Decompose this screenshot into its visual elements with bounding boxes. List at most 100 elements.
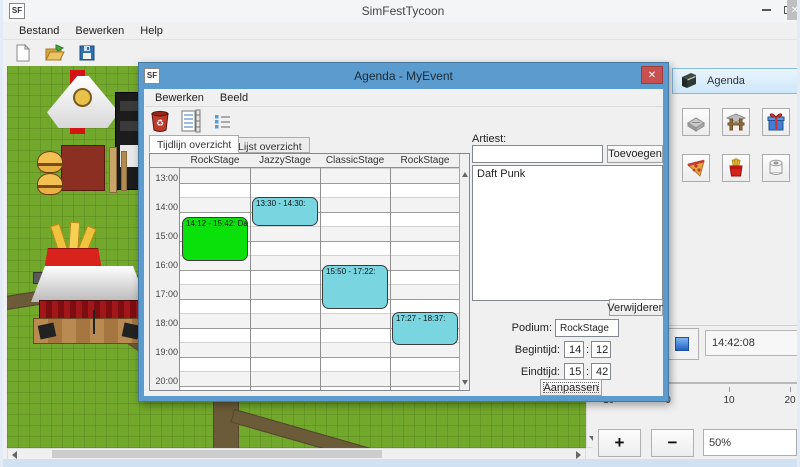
- time-label: 20:00: [151, 376, 178, 386]
- begin-time-label: Begintijd:: [502, 344, 560, 356]
- save-button[interactable]: [75, 41, 99, 65]
- schedule-column-line: [320, 154, 321, 390]
- time-label: 13:00: [151, 173, 178, 183]
- slider-tick-label: 10: [714, 395, 744, 406]
- pizza-icon: [685, 157, 707, 179]
- slider-tick-label: 20: [775, 395, 800, 406]
- playback-button[interactable]: [665, 328, 699, 360]
- slider-tick: [790, 387, 791, 392]
- path-tile-icon: [685, 111, 707, 133]
- burger: [37, 173, 63, 195]
- minimize-icon: [762, 9, 771, 11]
- window-bottom-border: [3, 459, 800, 467]
- minimize-button[interactable]: [755, 0, 777, 20]
- end-time-label: Eindtijd:: [502, 366, 560, 378]
- scroll-right-icon[interactable]: [576, 451, 581, 459]
- zoom-out-button[interactable]: −: [651, 429, 694, 457]
- stage-column-header: RockStage: [390, 154, 460, 168]
- book-icon: [679, 71, 699, 91]
- schedule-column-line: [390, 154, 391, 390]
- sidebar-item-agenda[interactable]: Agenda: [672, 68, 798, 94]
- stage-column-header: ClassicStage: [320, 154, 390, 168]
- scroll-down-icon[interactable]: [462, 380, 468, 385]
- dialog-title-bar[interactable]: SF Agenda - MyEvent ✕: [139, 63, 668, 89]
- list-view-button[interactable]: [210, 109, 234, 133]
- artist-list-item[interactable]: Daft Punk: [473, 166, 662, 182]
- begin-hour-field[interactable]: 14: [564, 341, 584, 358]
- dialog-menu-bar: BewerkenBeeld: [145, 89, 664, 107]
- agenda-dialog: SF Agenda - MyEvent ✕ BewerkenBeeld ♻: [138, 62, 669, 402]
- application-window: SF SimFestTycoon ✕ BestandBewerkenHelp: [0, 0, 800, 467]
- window-menu-bar: BestandBewerkenHelp: [3, 22, 800, 40]
- close-button[interactable]: ✕: [787, 0, 800, 20]
- delete-event-button[interactable]: ♻: [148, 109, 172, 133]
- shop-button-path-tile[interactable]: [682, 108, 710, 136]
- shop-button-stage[interactable]: [722, 108, 750, 136]
- mic-stand: [93, 310, 95, 334]
- time-label: 19:00: [151, 347, 178, 357]
- artist-combobox[interactable]: [472, 145, 603, 163]
- timeline-view-button[interactable]: [179, 109, 203, 133]
- schedule-event[interactable]: 13:30 - 14:30:: [252, 197, 318, 226]
- schedule-event[interactable]: 15:50 - 17:22:: [322, 265, 388, 309]
- remove-artist-button[interactable]: Verwijderen: [609, 299, 663, 316]
- new-file-icon: [13, 43, 33, 63]
- zoom-in-button[interactable]: +: [598, 429, 641, 457]
- trash-icon: ♻: [150, 110, 170, 132]
- time-label: 14:00: [151, 202, 178, 212]
- schedule-grid[interactable]: 13:0014:0015:0016:0017:0018:0019:0020:00…: [149, 153, 470, 391]
- timeline-view-icon: [179, 109, 203, 133]
- scroll-left-icon[interactable]: [12, 451, 17, 459]
- podium-label: Podium:: [502, 322, 552, 334]
- main-stage: [31, 266, 147, 348]
- podium-combobox[interactable]: RockStage: [555, 319, 619, 337]
- dialog-title: Agenda - MyEvent: [139, 69, 668, 83]
- shop-button-gift[interactable]: [762, 108, 790, 136]
- schedule-column-line: [250, 154, 251, 390]
- add-artist-button[interactable]: Toevoegen: [607, 145, 663, 163]
- schedule-scrollbar[interactable]: [459, 154, 470, 390]
- menu-item-bestand[interactable]: Bestand: [11, 25, 67, 37]
- schedule-event[interactable]: 14:12 - 15:42: Daft P: [182, 217, 248, 261]
- stage-roof: [31, 266, 147, 302]
- slider-tick: [729, 387, 730, 392]
- map-path: [230, 409, 397, 448]
- new-file-button[interactable]: [11, 41, 35, 65]
- open-button[interactable]: [43, 41, 67, 65]
- zoom-level-field[interactable]: 50%: [703, 429, 797, 456]
- burger-stand: [37, 145, 129, 197]
- fries-icon: [725, 157, 747, 179]
- window-title-bar: SF SimFestTycoon ✕: [3, 0, 800, 22]
- scroll-up-icon[interactable]: [462, 172, 468, 177]
- end-minute-field[interactable]: 42: [591, 363, 611, 380]
- time-label: 15:00: [151, 231, 178, 241]
- list-view-icon: [212, 111, 232, 131]
- blue-stop-icon: [675, 337, 689, 351]
- apply-button[interactable]: Aanpassen: [540, 379, 602, 396]
- shop-button-toilet-paper[interactable]: [762, 154, 790, 182]
- menu-item-help[interactable]: Help: [132, 25, 171, 37]
- tab-timeline-overview[interactable]: Tijdlijn overzicht: [149, 135, 239, 153]
- dialog-menu-item-bewerken[interactable]: Bewerken: [147, 92, 212, 104]
- dialog-menu-item-beeld[interactable]: Beeld: [212, 92, 256, 104]
- tab-list-overview[interactable]: Lijst overzicht: [230, 137, 310, 153]
- tent-structure: [47, 70, 119, 136]
- time-separator: :: [586, 366, 589, 378]
- shop-button-pizza[interactable]: [682, 154, 710, 182]
- dialog-toolbar: ♻: [145, 107, 664, 135]
- toilet-paper-icon: [765, 157, 787, 179]
- begin-minute-field[interactable]: 12: [591, 341, 611, 358]
- stage-column-header: RockStage: [180, 154, 250, 168]
- end-hour-field[interactable]: 15: [564, 363, 584, 380]
- shop-button-fries[interactable]: [722, 154, 750, 182]
- artist-listbox[interactable]: Daft Punk: [472, 165, 663, 301]
- menu-item-bewerken[interactable]: Bewerken: [67, 25, 132, 37]
- scrollbar-thumb[interactable]: [52, 450, 382, 458]
- stage-icon: [725, 111, 747, 133]
- time-label: 16:00: [151, 260, 178, 270]
- clock-display: 14:42:08: [705, 330, 798, 356]
- time-separator: :: [586, 344, 589, 356]
- schedule-event[interactable]: 17:27 - 18:37:: [392, 312, 458, 346]
- artist-label: Artiest:: [472, 133, 506, 145]
- dialog-close-button[interactable]: ✕: [641, 66, 663, 84]
